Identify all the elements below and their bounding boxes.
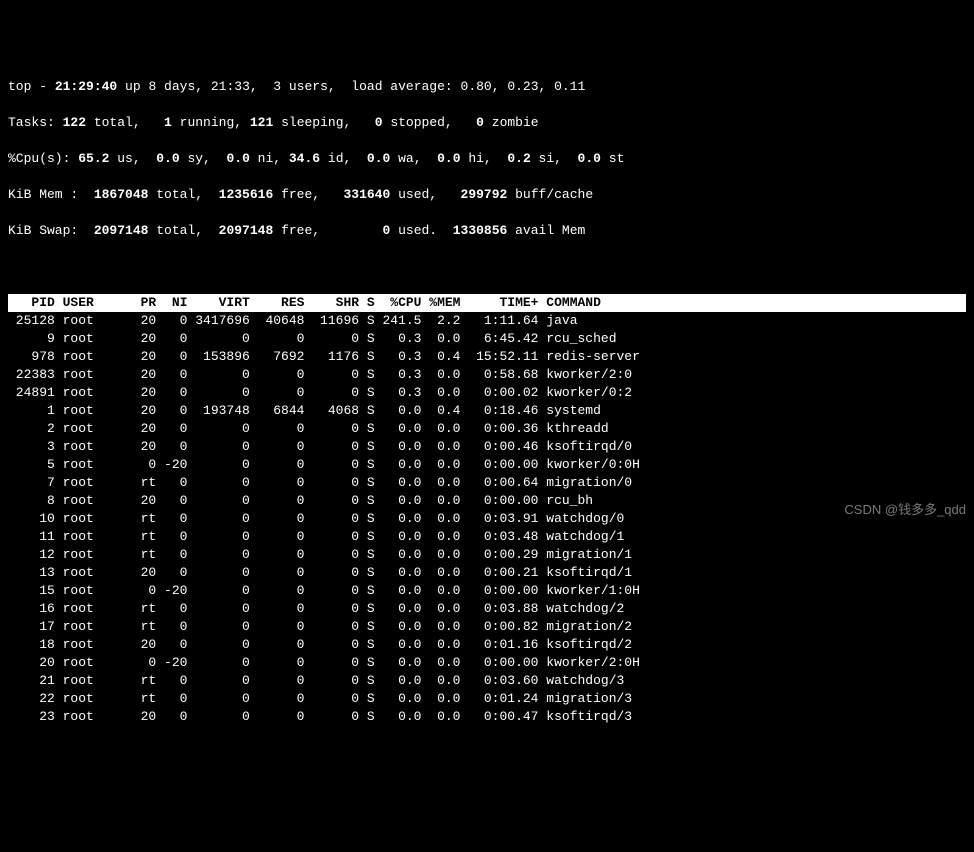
table-row: 13 root 20 0 0 0 0 S 0.0 0.0 0:00.21 kso… — [8, 564, 966, 582]
table-row: 18 root 20 0 0 0 0 S 0.0 0.0 0:01.16 kso… — [8, 636, 966, 654]
table-row: 978 root 20 0 153896 7692 1176 S 0.3 0.4… — [8, 348, 966, 366]
process-list: 25128 root 20 0 3417696 40648 11696 S 24… — [8, 312, 966, 726]
summary-line-1: top - 21:29:40 up 8 days, 21:33, 3 users… — [8, 78, 966, 96]
table-row: 24891 root 20 0 0 0 0 S 0.3 0.0 0:00.02 … — [8, 384, 966, 402]
table-row: 3 root 20 0 0 0 0 S 0.0 0.0 0:00.46 ksof… — [8, 438, 966, 456]
table-row: 10 root rt 0 0 0 0 S 0.0 0.0 0:03.91 wat… — [8, 510, 966, 528]
table-row: 1 root 20 0 193748 6844 4068 S 0.0 0.4 0… — [8, 402, 966, 420]
table-row: 23 root 20 0 0 0 0 S 0.0 0.0 0:00.47 kso… — [8, 708, 966, 726]
table-row: 7 root rt 0 0 0 0 S 0.0 0.0 0:00.64 migr… — [8, 474, 966, 492]
summary-line-cpu: %Cpu(s): 65.2 us, 0.0 sy, 0.0 ni, 34.6 i… — [8, 150, 966, 168]
table-row: 9 root 20 0 0 0 0 S 0.3 0.0 6:45.42 rcu_… — [8, 330, 966, 348]
table-row: 20 root 0 -20 0 0 0 S 0.0 0.0 0:00.00 kw… — [8, 654, 966, 672]
summary-line-swap: KiB Swap: 2097148 total, 2097148 free, 0… — [8, 222, 966, 240]
watermark: CSDN @钱多多_qdd — [844, 501, 966, 519]
table-row: 5 root 0 -20 0 0 0 S 0.0 0.0 0:00.00 kwo… — [8, 456, 966, 474]
summary-line-tasks: Tasks: 122 total, 1 running, 121 sleepin… — [8, 114, 966, 132]
summary-line-mem: KiB Mem : 1867048 total, 1235616 free, 3… — [8, 186, 966, 204]
blank-line — [8, 258, 966, 276]
table-row: 22 root rt 0 0 0 0 S 0.0 0.0 0:01.24 mig… — [8, 690, 966, 708]
table-row: 8 root 20 0 0 0 0 S 0.0 0.0 0:00.00 rcu_… — [8, 492, 966, 510]
table-row: 17 root rt 0 0 0 0 S 0.0 0.0 0:00.82 mig… — [8, 618, 966, 636]
table-row: 12 root rt 0 0 0 0 S 0.0 0.0 0:00.29 mig… — [8, 546, 966, 564]
table-row: 15 root 0 -20 0 0 0 S 0.0 0.0 0:00.00 kw… — [8, 582, 966, 600]
column-header: PID USER PR NI VIRT RES SHR S %CPU %MEM … — [8, 294, 966, 312]
table-row: 25128 root 20 0 3417696 40648 11696 S 24… — [8, 312, 966, 330]
table-row: 22383 root 20 0 0 0 0 S 0.3 0.0 0:58.68 … — [8, 366, 966, 384]
table-row: 16 root rt 0 0 0 0 S 0.0 0.0 0:03.88 wat… — [8, 600, 966, 618]
table-row: 2 root 20 0 0 0 0 S 0.0 0.0 0:00.36 kthr… — [8, 420, 966, 438]
table-row: 11 root rt 0 0 0 0 S 0.0 0.0 0:03.48 wat… — [8, 528, 966, 546]
table-row: 21 root rt 0 0 0 0 S 0.0 0.0 0:03.60 wat… — [8, 672, 966, 690]
